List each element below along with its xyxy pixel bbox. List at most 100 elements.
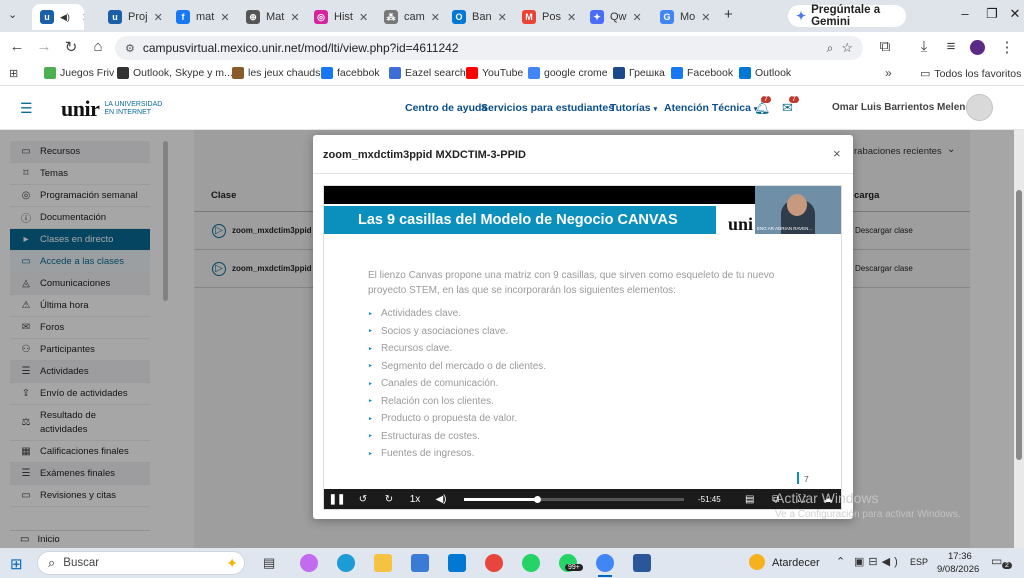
- user-avatar[interactable]: [966, 94, 993, 121]
- tab-close-icon[interactable]: ✕: [431, 11, 440, 24]
- browser-tab[interactable]: f mat ✕: [168, 4, 232, 30]
- start-button[interactable]: ⊞: [10, 555, 23, 573]
- clock-time[interactable]: 17:36: [948, 551, 972, 562]
- browser-tab[interactable]: ⁂ cam ✕: [376, 4, 440, 30]
- tab-close-icon[interactable]: ✕: [633, 11, 642, 24]
- scroll-thumb[interactable]: [1016, 190, 1022, 460]
- all-favorites[interactable]: ▭ Todos los favoritos: [920, 67, 1021, 81]
- bullet-text: Recursos clave.: [380, 343, 453, 355]
- chrome-icon[interactable]: [485, 554, 503, 572]
- minimize-button[interactable]: –: [955, 6, 975, 21]
- language-label[interactable]: ESP: [910, 557, 928, 567]
- store-icon[interactable]: [411, 554, 429, 572]
- progress-track[interactable]: [464, 495, 684, 503]
- weather-icon[interactable]: [749, 554, 765, 570]
- tab-close-icon[interactable]: ✕: [567, 11, 576, 24]
- progress-knob[interactable]: [533, 495, 541, 503]
- tab-close-icon[interactable]: ✕: [290, 11, 299, 24]
- browser-tab[interactable]: u ◀︎) ✕: [32, 4, 84, 30]
- help-center-link[interactable]: Centro de ayuda: [405, 102, 487, 114]
- apps-icon[interactable]: ⊞: [9, 67, 18, 80]
- new-tab-button[interactable]: +: [724, 6, 733, 23]
- speed-button[interactable]: 1x: [402, 494, 428, 505]
- bookmark-item[interactable]: google crome: [528, 67, 608, 79]
- star-icon[interactable]: ☆: [841, 40, 853, 56]
- home-icon[interactable]: ⌂: [89, 38, 107, 55]
- page-scrollbar[interactable]: [1014, 130, 1024, 548]
- user-name[interactable]: Omar Luis Barrientos Melendez: [832, 102, 982, 113]
- pause-icon[interactable]: ❚❚: [324, 494, 350, 505]
- audio-playing-icon[interactable]: ◀︎): [60, 12, 70, 23]
- browser-tab[interactable]: ◎ Hist ✕: [306, 4, 370, 30]
- slide-bullet-list: ► Actividades clave. ► Socios y asociacione…: [368, 305, 808, 463]
- browser-tab[interactable]: G Mo ✕: [652, 4, 716, 30]
- tab-close-icon[interactable]: ✕: [220, 11, 229, 24]
- rewind-icon[interactable]: ↺: [350, 494, 376, 505]
- bookmark-item[interactable]: YouTube: [466, 67, 523, 79]
- tutorials-menu[interactable]: Tutorías ▾: [610, 102, 657, 114]
- browser-tab[interactable]: ✦ Qw ✕: [582, 4, 646, 30]
- tab-close-icon[interactable]: ✕: [154, 11, 163, 24]
- whatsapp-icon[interactable]: [522, 554, 540, 572]
- notification-center-icon[interactable]: ▭: [991, 554, 1002, 568]
- messages-icon[interactable]: ✉ 7: [782, 96, 799, 116]
- captions-icon[interactable]: ▤: [737, 494, 763, 505]
- gemini-button[interactable]: ✦ Pregúntale a Gemini: [788, 4, 906, 28]
- bookmark-item[interactable]: facebbok: [321, 67, 380, 79]
- task-view-icon[interactable]: ▤: [263, 555, 275, 571]
- tab-close-icon[interactable]: ✕: [498, 11, 507, 24]
- browser-tab[interactable]: u Proj ✕: [100, 4, 164, 30]
- edge-icon[interactable]: [337, 554, 355, 572]
- word-icon[interactable]: [633, 554, 651, 572]
- modal-close-button[interactable]: ×: [833, 146, 841, 161]
- copilot-icon[interactable]: [300, 554, 318, 572]
- forward-skip-icon[interactable]: ↻: [376, 494, 402, 505]
- address-bar[interactable]: ⚙ campusvirtual.mexico.unir.net/mod/lti/…: [115, 36, 863, 60]
- site-info-icon[interactable]: ⚙: [125, 42, 135, 55]
- tray-icons[interactable]: ▣⊟◀︎): [854, 555, 902, 568]
- video-player[interactable]: Las 9 casillas del Modelo de Negocio CAN…: [323, 185, 842, 510]
- tab-search-button[interactable]: ⌄: [8, 8, 17, 21]
- student-services-link[interactable]: Servicios para estudiantes: [481, 102, 614, 114]
- tab-favicon-icon: ⁂: [384, 10, 398, 24]
- tab-title: Mat: [266, 11, 285, 23]
- bookmark-item[interactable]: Eazel search: [389, 67, 466, 79]
- restore-button[interactable]: ❐: [982, 6, 1002, 22]
- download-icon[interactable]: ⤓: [915, 38, 933, 55]
- browser-tab[interactable]: ⊕ Mat ✕: [238, 4, 302, 30]
- tab-close-icon[interactable]: ✕: [359, 11, 368, 24]
- tab-title: Proj: [128, 11, 148, 23]
- clock-date[interactable]: 9/08/2026: [937, 564, 979, 575]
- bookmark-item[interactable]: Juegos Friv: [44, 67, 114, 79]
- bookmark-item[interactable]: les jeux chauds: [232, 67, 320, 79]
- weather-label[interactable]: Atardecer: [772, 557, 820, 569]
- tray-chevron-icon[interactable]: ⌃: [836, 555, 845, 568]
- reload-icon[interactable]: ↻: [62, 38, 80, 56]
- bookmark-item[interactable]: Грешка: [613, 67, 665, 79]
- extensions-icon[interactable]: ⧉: [876, 38, 894, 55]
- tech-support-menu[interactable]: Atención Técnica ▾: [664, 102, 757, 114]
- more-bookmarks-icon[interactable]: »: [885, 66, 892, 80]
- close-window-button[interactable]: ✕: [1005, 6, 1024, 22]
- media-icon[interactable]: ≡: [942, 38, 960, 55]
- notifications-bell[interactable]: 🔔︎ 7: [754, 96, 771, 116]
- bookmark-item[interactable]: Outlook: [739, 67, 791, 79]
- hamburger-icon[interactable]: ☰: [20, 100, 33, 117]
- menu-icon[interactable]: ⋮: [998, 38, 1016, 56]
- file-explorer-icon[interactable]: [374, 554, 392, 572]
- browser-tab[interactable]: O Ban ✕: [444, 4, 508, 30]
- unir-logo[interactable]: unir LA UNIVERSIDAD EN INTERNET: [61, 96, 162, 122]
- volume-icon[interactable]: ◀︎): [428, 494, 454, 505]
- tab-close-icon[interactable]: ✕: [701, 11, 710, 24]
- forward-icon[interactable]: →: [35, 38, 53, 55]
- tab-close-icon[interactable]: ✕: [82, 11, 84, 24]
- back-icon[interactable]: ←: [8, 38, 26, 55]
- chrome-active-icon[interactable]: [596, 554, 614, 572]
- zoom-icon[interactable]: ⌕: [827, 41, 834, 56]
- taskbar-search[interactable]: ⌕ Buscar ✦: [37, 551, 245, 575]
- bookmark-item[interactable]: Facebook: [671, 67, 733, 79]
- bookmark-item[interactable]: Outlook, Skype y m...: [117, 67, 233, 79]
- outlook-icon[interactable]: [448, 554, 466, 572]
- browser-tab[interactable]: M Pos ✕: [514, 4, 578, 30]
- profile-avatar[interactable]: [970, 40, 985, 55]
